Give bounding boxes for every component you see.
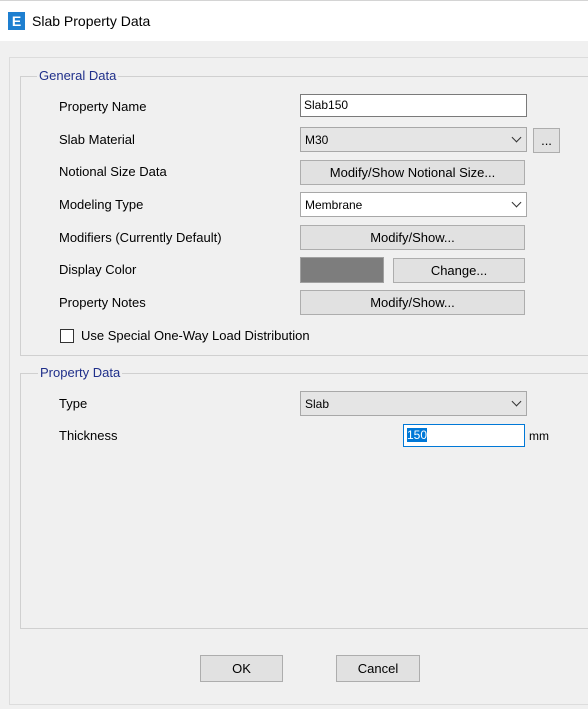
modeling-type-value: Membrane xyxy=(305,198,363,212)
chevron-down-icon xyxy=(511,396,522,407)
slab-material-ellipsis-button[interactable]: ... xyxy=(533,128,560,153)
dialog-body: General Data Property Name Slab150 Slab … xyxy=(9,57,588,705)
slab-material-label: Slab Material xyxy=(59,132,135,147)
modifiers-modify-show-button[interactable]: Modify/Show... xyxy=(300,225,525,250)
general-data-title: General Data xyxy=(37,68,119,83)
display-color-swatch[interactable] xyxy=(300,257,384,283)
property-data-title: Property Data xyxy=(38,365,123,380)
one-way-load-checkbox[interactable] xyxy=(60,329,74,343)
thickness-unit: mm xyxy=(529,429,549,443)
type-value: Slab xyxy=(305,397,330,411)
type-select[interactable]: Slab xyxy=(300,391,527,416)
modeling-type-label: Modeling Type xyxy=(59,197,144,212)
display-color-label: Display Color xyxy=(59,262,137,277)
modify-notional-size-button[interactable]: Modify/Show Notional Size... xyxy=(300,160,525,185)
title-bar: E Slab Property Data xyxy=(0,0,588,41)
thickness-value: 150 xyxy=(407,428,428,442)
change-color-button[interactable]: Change... xyxy=(393,258,525,283)
property-notes-label: Property Notes xyxy=(59,295,146,310)
chevron-down-icon xyxy=(511,197,522,208)
thickness-input[interactable]: 150 xyxy=(403,424,525,447)
modeling-type-select[interactable]: Membrane xyxy=(300,192,527,217)
slab-material-value: M30 xyxy=(305,133,329,147)
property-name-label: Property Name xyxy=(59,99,147,114)
type-label: Type xyxy=(59,396,88,411)
etabs-app-icon: E xyxy=(8,12,25,30)
thickness-label: Thickness xyxy=(59,428,118,443)
notional-size-label: Notional Size Data xyxy=(59,164,167,179)
slab-material-select[interactable]: M30 xyxy=(300,127,527,152)
property-notes-modify-show-button[interactable]: Modify/Show... xyxy=(300,290,525,315)
property-name-input[interactable]: Slab150 xyxy=(300,94,527,117)
chevron-down-icon xyxy=(511,132,522,143)
modifiers-label: Modifiers (Currently Default) xyxy=(59,230,222,245)
cancel-button[interactable]: Cancel xyxy=(336,655,420,682)
window-title: Slab Property Data xyxy=(32,13,151,29)
one-way-load-label[interactable]: Use Special One-Way Load Distribution xyxy=(81,328,310,343)
ok-button[interactable]: OK xyxy=(200,655,283,682)
